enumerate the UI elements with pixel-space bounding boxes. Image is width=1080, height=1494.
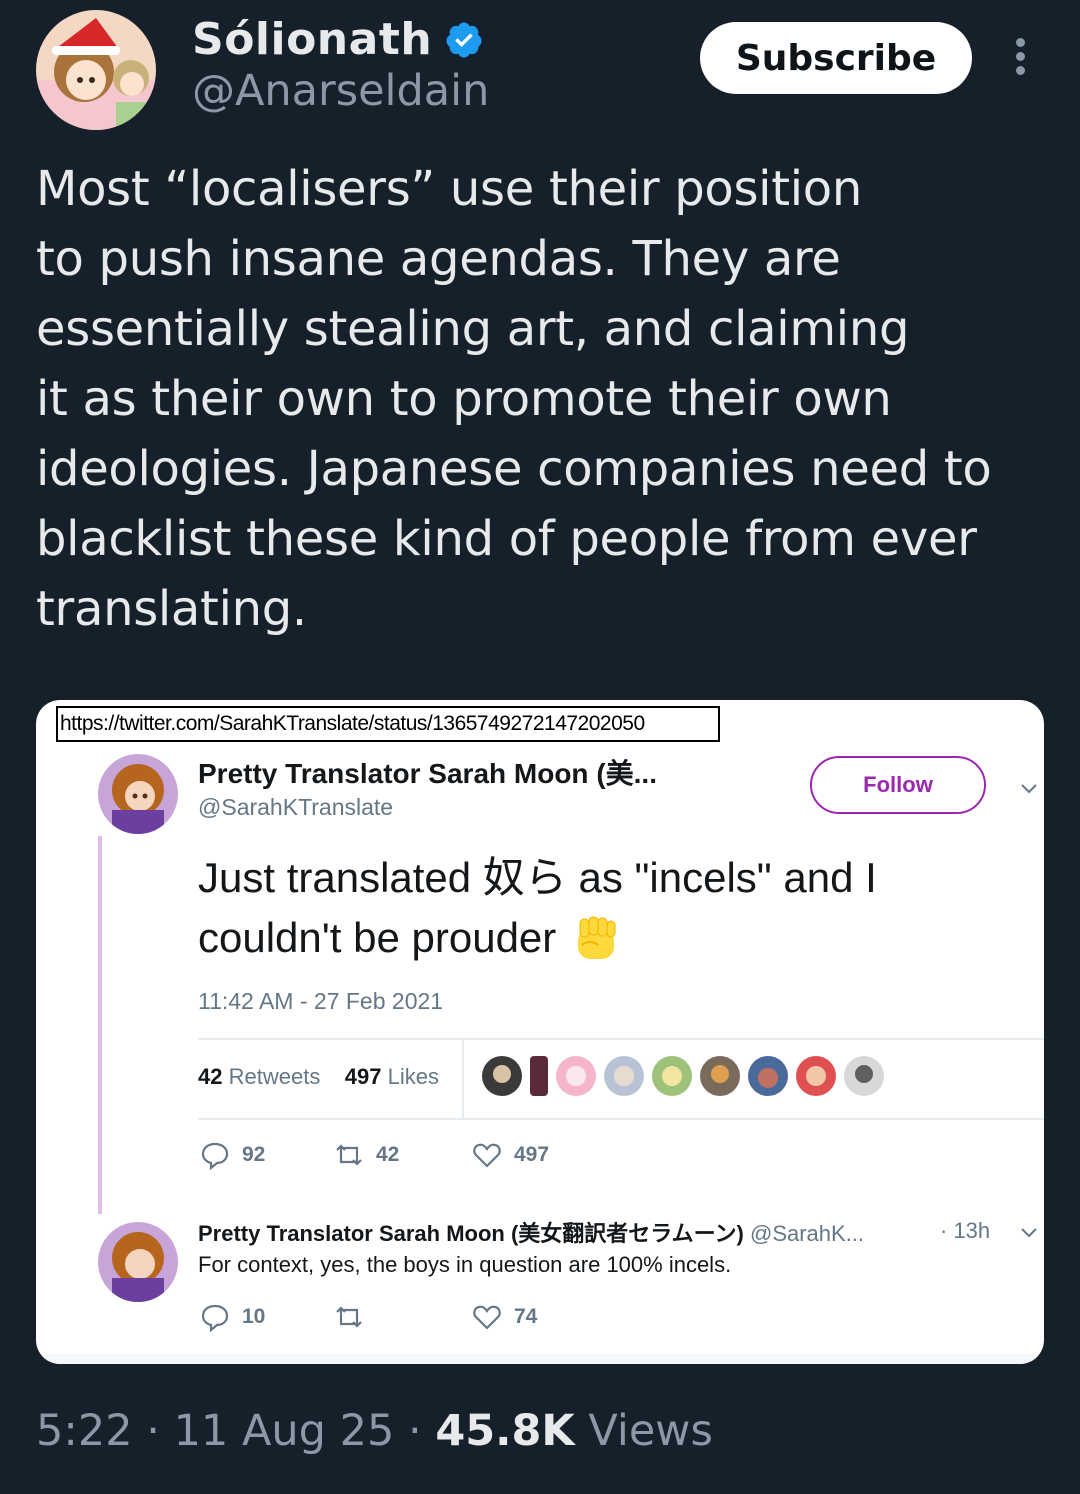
views-label: Views [574, 1406, 713, 1456]
reply-action: 92 [200, 1140, 265, 1170]
views-count: 45.8K [435, 1406, 575, 1456]
like-count: 497 [514, 1143, 550, 1166]
liker-avatar [556, 1056, 596, 1096]
author-name[interactable]: Sólionath [192, 14, 484, 65]
attached-image[interactable]: https://twitter.com/SarahKTranslate/stat… [36, 700, 1044, 1364]
author-name-text[interactable]: Sólionath [192, 14, 432, 65]
tweet-text-line: ideologies. Japanese companies need to [36, 441, 992, 497]
tweet-text: Most “localisers” use their position to … [36, 154, 1056, 644]
tweet-text-line: blacklist these kind of people from ever [36, 511, 977, 567]
like-action: 497 [472, 1140, 549, 1170]
tweet-text-line: essentially stealing art, and claiming [36, 301, 910, 357]
retweet-icon [336, 1306, 362, 1328]
tweet-text-line: to push insane agendas. They are [36, 231, 841, 287]
reply-author: Pretty Translator Sarah Moon (美女翻訳者セラムーン… [198, 1216, 864, 1248]
reply-icon [201, 1142, 229, 1170]
author-handle[interactable]: @Anarseldain [192, 66, 489, 116]
likes-label: Likes [387, 1064, 439, 1089]
chevron-down-icon [1021, 784, 1037, 794]
tweet-text-line: it as their own to promote their own [36, 371, 892, 427]
embedded-stats: 42 Retweets 497 Likes [198, 1064, 439, 1090]
verified-badge-icon [446, 22, 482, 57]
divider [36, 1354, 1044, 1364]
retweets-label: Retweets [228, 1064, 321, 1089]
retweet-icon [336, 1144, 362, 1166]
retweet-action [334, 1302, 376, 1332]
thread-line [98, 836, 102, 1214]
embedded-avatar [98, 754, 178, 834]
likes-count: 497 [344, 1064, 382, 1089]
reply-author-name: Pretty Translator Sarah Moon (美女翻訳者セラムーン… [198, 1221, 744, 1246]
reply-time: · 13h [940, 1218, 991, 1243]
tweet-timestamp[interactable]: 5:22 · 11 Aug 25 · [36, 1406, 435, 1456]
heart-icon [473, 1305, 501, 1330]
liker-avatar [844, 1056, 884, 1096]
chevron-down-icon [1021, 1228, 1037, 1238]
reply-count: 92 [242, 1143, 266, 1166]
like-count: 74 [514, 1305, 538, 1328]
liker-avatar [604, 1056, 644, 1096]
retweet-action: 42 [334, 1140, 399, 1170]
like-action: 74 [472, 1302, 537, 1332]
reply-author-handle: @SarahK... [749, 1221, 865, 1246]
raised-fist-icon [578, 916, 616, 959]
subscribe-button[interactable]: Subscribe [700, 22, 972, 94]
tweet-text-line: Most “localisers” use their position [36, 161, 862, 217]
more-vertical-icon[interactable] [1004, 38, 1036, 80]
liker-avatar [796, 1056, 836, 1096]
embedded-author-handle: @SarahKTranslate [198, 794, 394, 820]
heart-icon [473, 1143, 501, 1168]
tweet-meta: 5:22 · 11 Aug 25 · 45.8K Views [36, 1406, 713, 1456]
divider [198, 1038, 1044, 1040]
reply-count: 10 [242, 1305, 266, 1328]
embedded-author-name: Pretty Translator Sarah Moon (美... [198, 758, 657, 789]
liker-avatars [482, 1056, 884, 1096]
liker-avatar [748, 1056, 788, 1096]
author-avatar[interactable] [36, 10, 156, 130]
retweets-count: 42 [198, 1064, 223, 1089]
reply-avatar [98, 1222, 178, 1302]
liker-avatar [700, 1056, 740, 1096]
liker-avatar [482, 1056, 522, 1096]
tweet-text-line: translating. [36, 581, 307, 637]
embedded-tweet-line: couldn't be prouder [198, 914, 557, 961]
liker-avatar [530, 1056, 548, 1096]
divider [462, 1040, 464, 1118]
retweet-count: 42 [376, 1143, 400, 1166]
follow-button: Follow [810, 756, 986, 814]
reply-icon [201, 1304, 229, 1332]
reply-action: 10 [200, 1302, 265, 1332]
embedded-timestamp: 11:42 AM - 27 Feb 2021 [198, 988, 444, 1014]
embedded-tweet-text: Just translated 奴ら as "incels" and I cou… [198, 848, 998, 968]
embedded-tweet-line: Just translated 奴ら as "incels" and I [198, 854, 877, 901]
divider [198, 1118, 1044, 1120]
reply-text: For context, yes, the boys in question a… [198, 1252, 732, 1277]
liker-avatar [652, 1056, 692, 1096]
url-box: https://twitter.com/SarahKTranslate/stat… [56, 706, 720, 742]
